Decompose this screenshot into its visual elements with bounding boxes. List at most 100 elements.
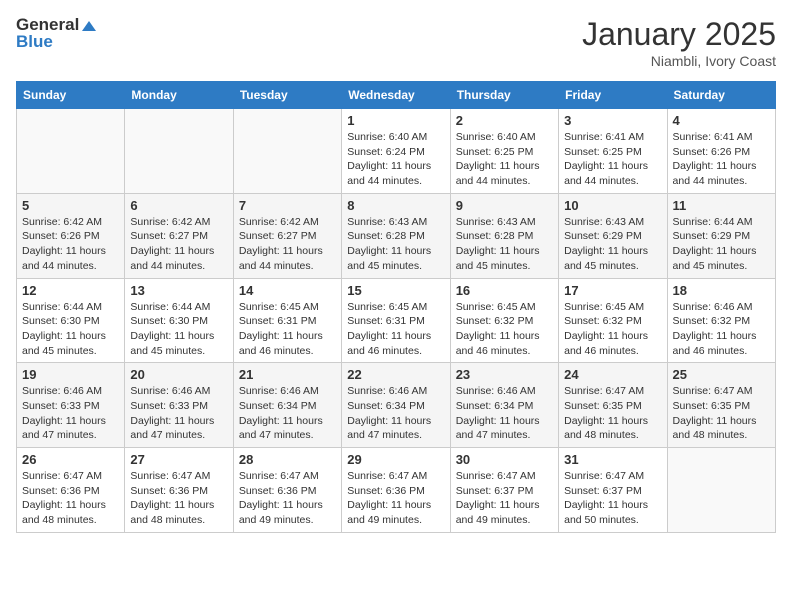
day-cell: 25Sunrise: 6:47 AM Sunset: 6:35 PM Dayli… [667, 363, 775, 448]
day-number: 5 [22, 198, 119, 213]
day-cell: 6Sunrise: 6:42 AM Sunset: 6:27 PM Daylig… [125, 193, 233, 278]
day-cell: 24Sunrise: 6:47 AM Sunset: 6:35 PM Dayli… [559, 363, 667, 448]
day-number: 29 [347, 452, 444, 467]
week-row-5: 26 Sunrise: 6:47 AM Sunset: 6:36 PM Dayli… [17, 448, 776, 533]
day-cell: 15 Sunrise: 6:45 AM Sunset: 6:31 PM Dayli… [342, 278, 450, 363]
day-info: Sunrise: 6:47 AM Sunset: 6:37 PM Dayligh… [456, 469, 553, 528]
day-cell: 5 Sunrise: 6:42 AM Sunset: 6:26 PM Daylig… [17, 193, 125, 278]
day-cell: 18Sunrise: 6:46 AM Sunset: 6:32 PM Dayli… [667, 278, 775, 363]
day-info: Sunrise: 6:47 AM Sunset: 6:36 PM Dayligh… [22, 469, 119, 528]
day-cell: 20 Sunrise: 6:46 AM Sunset: 6:33 PM Dayli… [125, 363, 233, 448]
day-info: Sunrise: 6:40 AM Sunset: 6:25 PM Dayligh… [456, 130, 553, 189]
day-number: 4 [673, 113, 770, 128]
day-cell: 7 Sunrise: 6:42 AM Sunset: 6:27 PM Daylig… [233, 193, 341, 278]
day-info: Sunrise: 6:42 AM Sunset: 6:26 PM Dayligh… [22, 215, 119, 274]
day-cell: 31 Sunrise: 6:47 AM Sunset: 6:37 PM Dayli… [559, 448, 667, 533]
logo-text-area: General Blue [16, 16, 96, 50]
day-cell: 9 Sunrise: 6:43 AM Sunset: 6:28 PM Daylig… [450, 193, 558, 278]
day-number: 2 [456, 113, 553, 128]
day-number: 20 [130, 367, 227, 382]
day-info: Sunrise: 6:45 AM Sunset: 6:32 PM Dayligh… [456, 300, 553, 359]
day-cell: 26 Sunrise: 6:47 AM Sunset: 6:36 PM Dayli… [17, 448, 125, 533]
day-cell [667, 448, 775, 533]
day-number: 15 [347, 283, 444, 298]
day-number: 16 [456, 283, 553, 298]
week-row-1: 1 Sunrise: 6:40 AM Sunset: 6:24 PM Daylig… [17, 109, 776, 194]
day-cell: 10 Sunrise: 6:43 AM Sunset: 6:29 PM Dayli… [559, 193, 667, 278]
day-cell: 19Sunrise: 6:46 AM Sunset: 6:33 PM Dayli… [17, 363, 125, 448]
day-info: Sunrise: 6:47 AM Sunset: 6:36 PM Dayligh… [130, 469, 227, 528]
day-number: 21 [239, 367, 336, 382]
day-number: 11 [673, 198, 770, 213]
day-number: 25 [673, 367, 770, 382]
week-row-4: 19 Sunrise: 6:46 AM Sunset: 6:33 PM Dayli… [17, 363, 776, 448]
day-cell [125, 109, 233, 194]
day-number: 23 [456, 367, 553, 382]
day-cell: 4 Sunrise: 6:41 AM Sunset: 6:26 PM Daylig… [667, 109, 775, 194]
day-number: 26 [22, 452, 119, 467]
day-info: Sunrise: 6:44 AM Sunset: 6:30 PM Dayligh… [130, 300, 227, 359]
day-number: 7 [239, 198, 336, 213]
day-cell: 12 Sunrise: 6:44 AM Sunset: 6:30 PM Dayli… [17, 278, 125, 363]
day-number: 8 [347, 198, 444, 213]
day-info: Sunrise: 6:42 AM Sunset: 6:27 PM Dayligh… [239, 215, 336, 274]
day-info: Sunrise: 6:43 AM Sunset: 6:28 PM Dayligh… [347, 215, 444, 274]
month-title: January 2025 [582, 16, 776, 53]
day-cell: 27Sunrise: 6:47 AM Sunset: 6:36 PM Dayli… [125, 448, 233, 533]
day-info: Sunrise: 6:45 AM Sunset: 6:31 PM Dayligh… [347, 300, 444, 359]
day-info: Sunrise: 6:43 AM Sunset: 6:28 PM Dayligh… [456, 215, 553, 274]
day-number: 14 [239, 283, 336, 298]
day-cell: 22 Sunrise: 6:46 AM Sunset: 6:34 PM Dayli… [342, 363, 450, 448]
day-cell: 3 Sunrise: 6:41 AM Sunset: 6:25 PM Daylig… [559, 109, 667, 194]
calendar-body: 1 Sunrise: 6:40 AM Sunset: 6:24 PM Daylig… [17, 109, 776, 533]
day-number: 9 [456, 198, 553, 213]
day-number: 18 [673, 283, 770, 298]
header-cell-monday: Monday [125, 82, 233, 109]
day-number: 19 [22, 367, 119, 382]
day-info: Sunrise: 6:47 AM Sunset: 6:37 PM Dayligh… [564, 469, 661, 528]
day-cell: 23 Sunrise: 6:46 AM Sunset: 6:34 PM Dayli… [450, 363, 558, 448]
day-info: Sunrise: 6:44 AM Sunset: 6:30 PM Dayligh… [22, 300, 119, 359]
header-row: SundayMondayTuesdayWednesdayThursdayFrid… [17, 82, 776, 109]
day-info: Sunrise: 6:41 AM Sunset: 6:25 PM Dayligh… [564, 130, 661, 189]
week-row-3: 12 Sunrise: 6:44 AM Sunset: 6:30 PM Dayli… [17, 278, 776, 363]
day-number: 31 [564, 452, 661, 467]
day-info: Sunrise: 6:46 AM Sunset: 6:34 PM Dayligh… [347, 384, 444, 443]
calendar-table: SundayMondayTuesdayWednesdayThursdayFrid… [16, 81, 776, 533]
day-info: Sunrise: 6:40 AM Sunset: 6:24 PM Dayligh… [347, 130, 444, 189]
day-cell: 2 Sunrise: 6:40 AM Sunset: 6:25 PM Daylig… [450, 109, 558, 194]
calendar-header: SundayMondayTuesdayWednesdayThursdayFrid… [17, 82, 776, 109]
week-row-2: 5 Sunrise: 6:42 AM Sunset: 6:26 PM Daylig… [17, 193, 776, 278]
day-number: 22 [347, 367, 444, 382]
day-number: 30 [456, 452, 553, 467]
day-cell: 29Sunrise: 6:47 AM Sunset: 6:36 PM Dayli… [342, 448, 450, 533]
logo-blue: Blue [16, 33, 96, 50]
day-info: Sunrise: 6:45 AM Sunset: 6:32 PM Dayligh… [564, 300, 661, 359]
day-number: 13 [130, 283, 227, 298]
day-info: Sunrise: 6:46 AM Sunset: 6:33 PM Dayligh… [130, 384, 227, 443]
day-info: Sunrise: 6:47 AM Sunset: 6:36 PM Dayligh… [239, 469, 336, 528]
day-info: Sunrise: 6:46 AM Sunset: 6:34 PM Dayligh… [239, 384, 336, 443]
day-number: 10 [564, 198, 661, 213]
day-info: Sunrise: 6:46 AM Sunset: 6:34 PM Dayligh… [456, 384, 553, 443]
day-cell [17, 109, 125, 194]
day-cell: 14Sunrise: 6:45 AM Sunset: 6:31 PM Dayli… [233, 278, 341, 363]
header-cell-sunday: Sunday [17, 82, 125, 109]
day-cell: 16 Sunrise: 6:45 AM Sunset: 6:32 PM Dayli… [450, 278, 558, 363]
header-cell-saturday: Saturday [667, 82, 775, 109]
day-info: Sunrise: 6:44 AM Sunset: 6:29 PM Dayligh… [673, 215, 770, 274]
header-cell-tuesday: Tuesday [233, 82, 341, 109]
page-header: General Blue January 2025 Niambli, Ivory… [16, 16, 776, 69]
day-cell [233, 109, 341, 194]
day-number: 3 [564, 113, 661, 128]
day-cell: 21 Sunrise: 6:46 AM Sunset: 6:34 PM Dayli… [233, 363, 341, 448]
day-cell: 11 Sunrise: 6:44 AM Sunset: 6:29 PM Dayli… [667, 193, 775, 278]
location-subtitle: Niambli, Ivory Coast [582, 53, 776, 69]
day-number: 12 [22, 283, 119, 298]
day-info: Sunrise: 6:43 AM Sunset: 6:29 PM Dayligh… [564, 215, 661, 274]
day-number: 1 [347, 113, 444, 128]
day-cell: 13 Sunrise: 6:44 AM Sunset: 6:30 PM Dayli… [125, 278, 233, 363]
day-number: 6 [130, 198, 227, 213]
day-cell: 1 Sunrise: 6:40 AM Sunset: 6:24 PM Daylig… [342, 109, 450, 194]
day-info: Sunrise: 6:41 AM Sunset: 6:26 PM Dayligh… [673, 130, 770, 189]
